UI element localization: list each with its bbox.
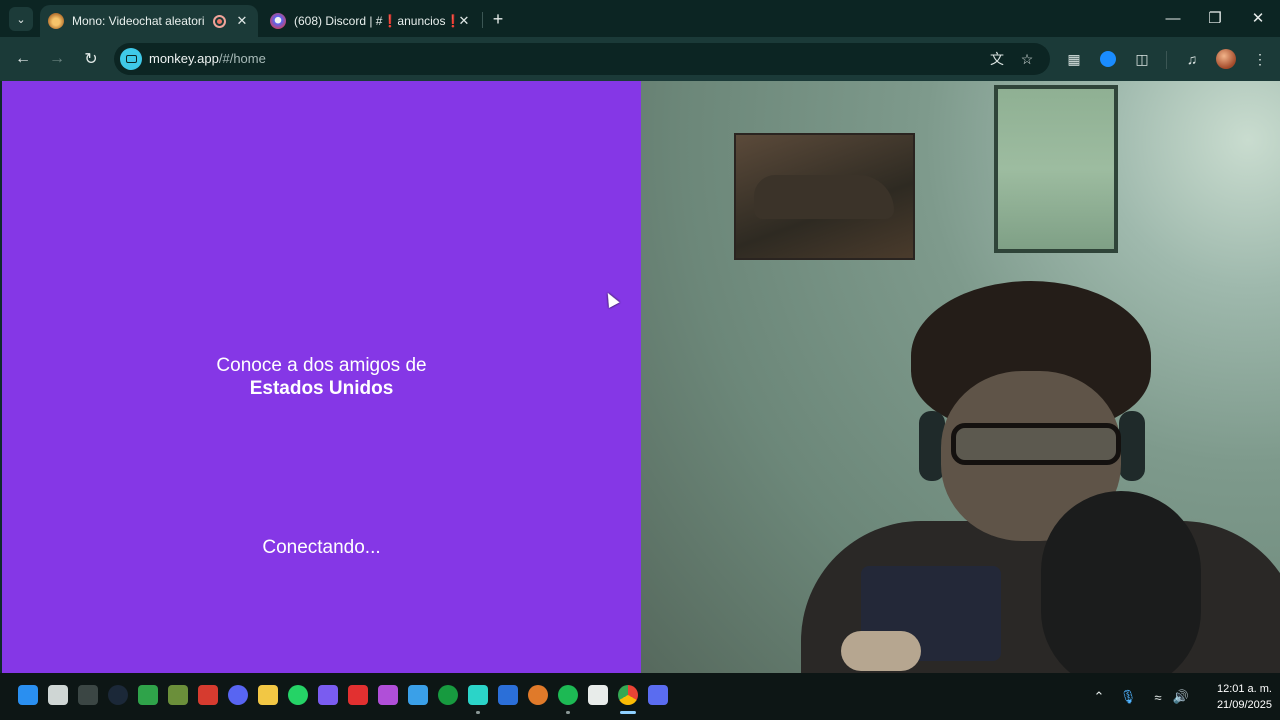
translate-icon[interactable]: 文 (987, 49, 1007, 69)
wifi-icon[interactable]: ≈ (1148, 687, 1168, 707)
close-window-button[interactable]: ✕ (1246, 6, 1270, 30)
extensions-puzzle-icon[interactable]: ◫ (1131, 48, 1153, 70)
tab-strip: ⌄ Mono: Videochat aleatorio ✕ (608) Disc… (0, 0, 1280, 37)
arrow-left-icon: ← (15, 50, 31, 67)
game-launcher-icon[interactable] (198, 685, 218, 705)
extension-shazam-icon[interactable] (1097, 48, 1119, 70)
match-intro: Conoce a dos amigos de Estados Unidos (2, 354, 641, 400)
forward-button[interactable]: → (45, 47, 69, 71)
extension-calculator-icon[interactable]: ▦ (1063, 48, 1085, 70)
url-text[interactable]: monkey.app/#/home (149, 51, 266, 66)
menu-kebab-icon[interactable]: ⋮ (1249, 48, 1271, 70)
back-button[interactable]: ← (11, 47, 35, 71)
url-path: /#/home (218, 51, 266, 66)
webcam-person (801, 281, 1280, 673)
whatsapp-icon[interactable] (288, 685, 308, 705)
calculator-icon[interactable] (588, 685, 608, 705)
arrow-right-icon: → (49, 50, 65, 67)
headphone-right (1119, 411, 1145, 481)
microphone (1041, 491, 1201, 673)
active-app-indicator (620, 711, 636, 714)
tab-search-button[interactable]: ⌄ (9, 7, 33, 31)
match-country: Estados Unidos (249, 378, 394, 399)
wall-poster (734, 133, 915, 260)
reload-button[interactable]: ↻ (79, 47, 103, 71)
toolbar-separator (1166, 51, 1167, 69)
tab-title: Mono: Videochat aleatorio (72, 14, 205, 28)
chevron-down-icon: ⌄ (16, 13, 26, 26)
minecraft-icon[interactable] (168, 685, 188, 705)
chrome-icon[interactable] (618, 685, 638, 705)
discord-favicon-icon (270, 13, 286, 29)
connection-status: Conectando... (262, 537, 381, 558)
hand (841, 631, 921, 671)
stranger-video-panel: Conoce a dos amigos de Estados Unidos Co… (2, 81, 641, 673)
bookmark-star-icon[interactable]: ☆ (1017, 49, 1037, 69)
self-camera-feed (641, 81, 1280, 673)
close-tab-icon[interactable]: ✕ (234, 13, 250, 29)
media-controls-icon[interactable]: ♫ (1181, 48, 1203, 70)
clock-date: 21/09/2025 (1216, 699, 1272, 711)
capcut-icon[interactable] (468, 685, 488, 705)
wps-icon[interactable] (348, 685, 368, 705)
windows-start-icon[interactable] (18, 685, 38, 705)
running-indicator (476, 711, 480, 714)
address-bar[interactable]: monkey.app/#/home 文 ☆ (114, 43, 1050, 75)
widgets-icon[interactable] (78, 685, 98, 705)
profile-avatar[interactable] (1216, 49, 1236, 69)
url-host: monkey.app (149, 51, 219, 66)
task-view-icon[interactable] (48, 685, 68, 705)
person-glasses (951, 423, 1121, 465)
spotify-icon[interactable] (558, 685, 578, 705)
browser-toolbar: ← → ↻ monkey.app/#/home 文 ☆ ▦ ◫ ♫ ⋮ (0, 37, 1280, 81)
photos-icon[interactable] (408, 685, 428, 705)
clock-time: 12:01 a. m. (1216, 683, 1272, 695)
tab-title: (608) Discord | #❗anuncios❗ (294, 14, 456, 28)
intro-line: Conoce a dos amigos de (216, 355, 427, 376)
recording-icon (213, 14, 226, 28)
close-tab-icon[interactable]: ✕ (456, 13, 472, 29)
steam-icon[interactable] (108, 685, 128, 705)
wall-frame (994, 85, 1118, 253)
maximize-button[interactable]: ❐ (1203, 6, 1227, 30)
tab-divider (482, 12, 483, 28)
screen-recorder-icon[interactable] (648, 685, 668, 705)
xbox-icon[interactable] (438, 685, 458, 705)
file-explorer-icon[interactable] (258, 685, 278, 705)
tab-monkey[interactable]: Mono: Videochat aleatorio ✕ (40, 5, 258, 37)
windows-taskbar: ⌃ 🎙 ≈ 🔊 12:01 a. m. 21/09/2025 (0, 673, 1280, 720)
chevron-up-icon[interactable]: ⌃ (1089, 687, 1109, 707)
minimize-button[interactable]: — (1161, 6, 1185, 30)
video-editor-icon[interactable] (378, 685, 398, 705)
site-info-icon[interactable] (120, 48, 142, 70)
reload-icon: ↻ (84, 51, 98, 68)
microphone-icon[interactable]: 🎙 (1118, 687, 1138, 707)
xbox-app-icon[interactable] (138, 685, 158, 705)
xmind-icon[interactable] (498, 685, 518, 705)
discord-icon[interactable] (228, 685, 248, 705)
system-clock[interactable]: 12:01 a. m. 21/09/2025 (1192, 681, 1272, 713)
monkey-favicon-icon (48, 13, 64, 29)
new-tab-button[interactable]: + (488, 9, 508, 29)
volume-icon[interactable]: 🔊 (1171, 687, 1191, 707)
browser-icon[interactable] (528, 685, 548, 705)
vpn-icon[interactable] (318, 685, 338, 705)
running-indicator (566, 711, 570, 714)
tab-discord[interactable]: (608) Discord | #❗anuncios❗ ✕ (262, 5, 480, 37)
page-content: Conoce a dos amigos de Estados Unidos Co… (0, 81, 1280, 673)
